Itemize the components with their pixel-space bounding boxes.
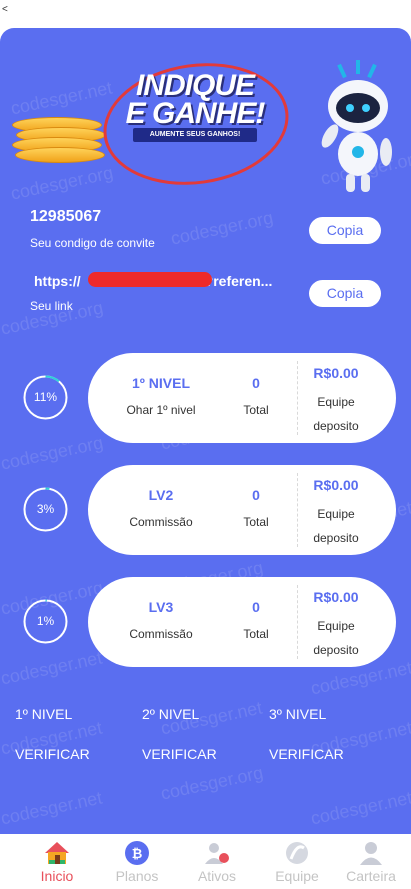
invite-link-caption: Seu link [30,299,73,313]
level-amount: R$0.00 [313,477,359,493]
copy-code-button[interactable]: Copia [309,217,381,244]
tab-label: Planos [115,868,159,884]
level-count-label: Total [243,627,269,641]
coins-illustration [12,113,108,163]
level-title: LV3 [148,599,174,615]
svg-text:₿: ₿ [132,847,143,862]
verify-level-2-link[interactable]: VERIFICAR [142,746,217,762]
tab-inicio[interactable]: Inicio [17,834,97,889]
robot-mascot-icon [321,60,392,192]
tab-ativos[interactable]: Ativos [177,834,257,889]
watermark: codesger.net [0,787,104,829]
referral-banner: INDIQUE E GANHE! AUMENTE SEUS GANHOS! [0,28,411,197]
copy-link-button[interactable]: Copia [309,280,381,307]
level-amount-label: Equipe deposito [313,619,359,657]
level-count: 0 [252,599,260,615]
main-content: codesger.net codesger.org codesger.org c… [0,28,411,834]
level-subtitle: Ohar 1º nivel [126,403,196,417]
watermark: codesger.net [308,787,411,829]
level-subtitle: Commissão [129,627,193,641]
tab-label: Inicio [40,868,74,884]
banner-title: INDIQUE E GANHE! [125,69,266,130]
level-count-label: Total [243,515,269,529]
team-icon [286,842,308,864]
watermark: codesger.org [0,432,105,474]
level-count: 0 [252,375,260,391]
link-redaction-mark [88,272,212,287]
tab-equipe[interactable]: Equipe [257,834,337,889]
ring-percent-label: 3% [36,502,55,516]
banner-subtitle: AUMENTE SEUS GANHOS! [133,128,257,142]
level-amount-label: Equipe deposito [313,507,359,545]
level-card: LV2 Commissão 0 Total R$0.00 Equipe deposito [88,465,396,555]
wallet-person-icon [360,842,382,865]
level-title: 1º NIVEL [131,375,191,391]
level-2-label: 2º NIVEL [142,706,200,722]
invite-code: 12985067 [30,208,102,225]
level-subtitle: Commissão [129,515,193,529]
tab-planos[interactable]: ₿ Planos [97,834,177,889]
progress-ring: 11% [21,373,70,422]
progress-ring: 3% [21,485,70,534]
tab-label: Ativos [197,868,237,884]
level-count: 0 [252,487,260,503]
progress-ring: 1% [21,597,70,646]
tab-label: Equipe [275,868,319,884]
level-1-label: 1º NIVEL [15,706,73,722]
watermark: codesger.org [168,207,275,249]
level-amount-label: Equipe deposito [313,395,359,433]
verify-level-3-link[interactable]: VERIFICAR [269,746,344,762]
plans-coin-icon: ₿ [125,841,149,865]
bottom-tab-bar: Inicio ₿ Planos Ativos Equipe Carteira [15,834,411,889]
level-count-label: Total [243,403,269,417]
level-card: LV3 Commissão 0 Total R$0.00 Equipe deposito [88,577,396,667]
tab-carteira[interactable]: Carteira [331,834,411,889]
level-amount: R$0.00 [313,589,359,605]
ring-percent-label: 1% [36,614,55,628]
ring-percent-label: 11% [33,390,58,404]
watermark: codesger.net [0,647,104,689]
level-3-label: 3º NIVEL [269,706,327,722]
level-amount: R$0.00 [313,365,359,381]
level-card: 1º NIVEL Ohar 1º nivel 0 Total R$0.00 Equipe d… [88,353,396,443]
level-title: LV2 [148,487,174,503]
home-icon [45,842,69,864]
watermark: codesger.org [158,762,265,804]
assets-people-icon [205,843,229,864]
tab-label: Carteira [346,868,396,884]
back-glyph[interactable]: < [2,4,8,15]
invite-code-caption: Seu condigo de convite [30,236,155,250]
verify-level-1-link[interactable]: VERIFICAR [15,746,90,762]
